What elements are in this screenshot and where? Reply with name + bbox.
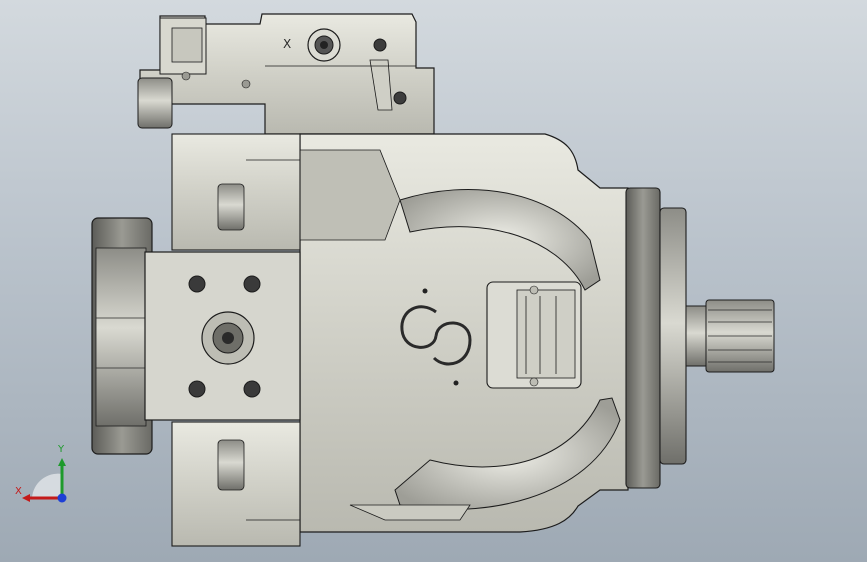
orientation-triad[interactable] — [14, 444, 78, 508]
nameplate — [486, 281, 582, 389]
graphics-viewport[interactable]: X X Y — [0, 0, 867, 562]
rear-flange — [91, 217, 153, 455]
control-valve-block — [137, 13, 435, 135]
y-axis-arrowhead — [58, 458, 66, 466]
splined-shaft — [685, 299, 775, 373]
hydraulic-pump-model[interactable] — [0, 0, 867, 562]
front-flange — [625, 187, 687, 489]
x-axis-arrowhead — [22, 494, 30, 502]
triad-plane-shadow — [32, 473, 62, 498]
z-axis-point — [57, 493, 67, 503]
mounting-plate — [144, 251, 301, 421]
